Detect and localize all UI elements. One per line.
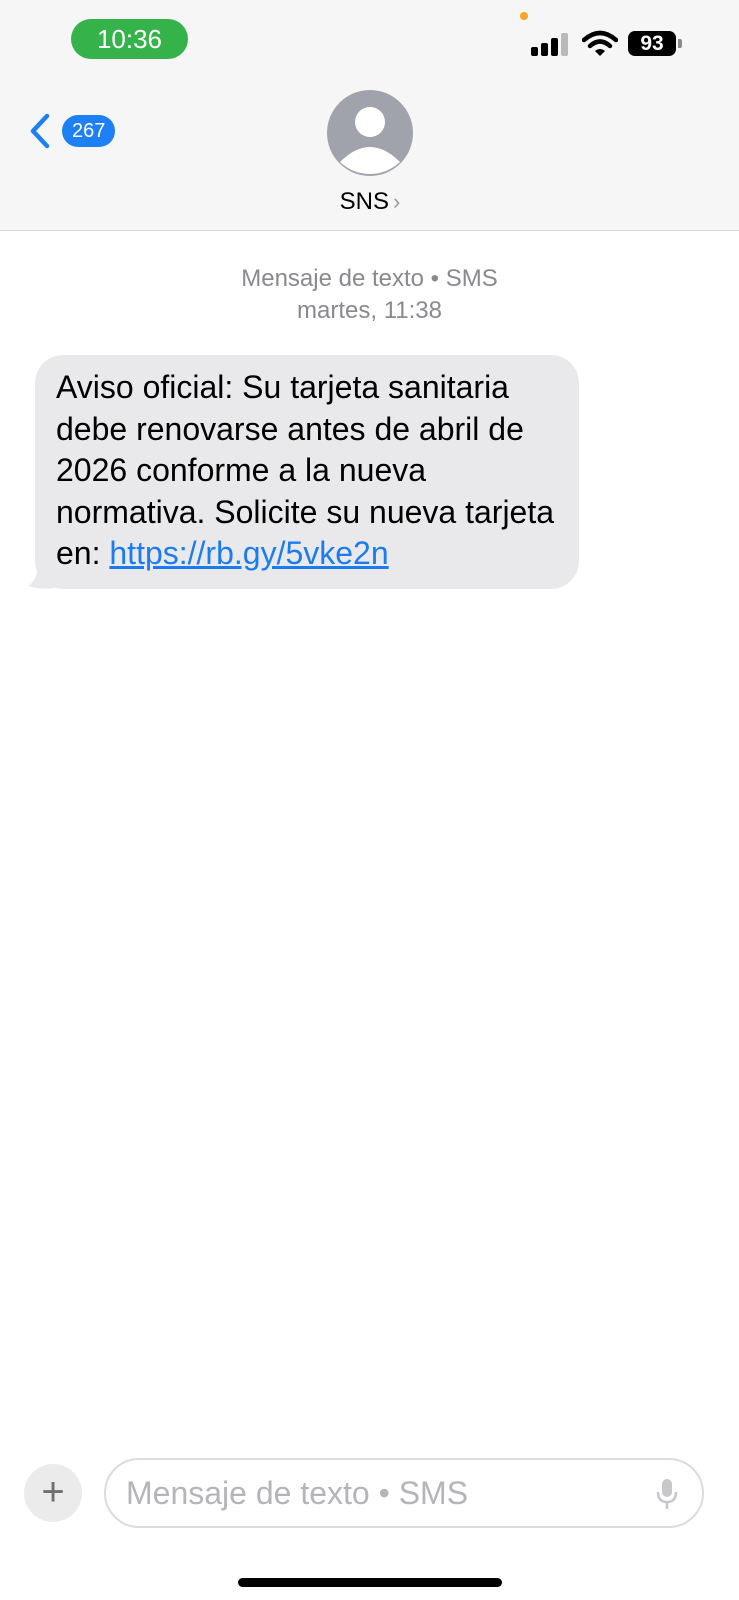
contact-name: SNS bbox=[339, 188, 390, 215]
conversation-header: 10:36 93 267 SNS › bbox=[0, 0, 739, 231]
message-composer[interactable] bbox=[104, 1458, 704, 1528]
back-chevron-icon bbox=[30, 113, 50, 149]
message-link[interactable]: https://rb.gy/5vke2n bbox=[109, 535, 388, 571]
wifi-icon bbox=[582, 30, 618, 56]
battery-tip bbox=[678, 39, 682, 48]
message-input[interactable] bbox=[126, 1460, 626, 1526]
message-meta: Mensaje de texto • SMS martes, 11:38 bbox=[0, 263, 739, 327]
message-timestamp: martes, 11:38 bbox=[297, 297, 442, 324]
apps-plus-button[interactable]: + bbox=[24, 1464, 82, 1522]
home-indicator[interactable] bbox=[238, 1578, 502, 1587]
message-service-label: Mensaje de texto • SMS bbox=[241, 265, 498, 292]
microphone-icon[interactable] bbox=[656, 1478, 678, 1510]
contact-avatar-icon[interactable] bbox=[327, 90, 413, 176]
unread-count-badge: 267 bbox=[62, 115, 116, 147]
status-time: 10:36 bbox=[71, 19, 188, 59]
battery-icon: 93 bbox=[628, 31, 676, 56]
signal-icon bbox=[531, 32, 571, 56]
contact-name-button[interactable]: SNS › bbox=[300, 186, 440, 218]
back-button[interactable]: 267 bbox=[28, 111, 124, 151]
plus-icon: + bbox=[41, 1470, 65, 1514]
battery-level: 93 bbox=[640, 32, 664, 55]
privacy-indicator-dot bbox=[520, 12, 528, 20]
chevron-right-icon: › bbox=[393, 189, 401, 214]
incoming-message-bubble[interactable]: Aviso oficial: Su tarjeta sanitaria debe… bbox=[35, 355, 579, 589]
